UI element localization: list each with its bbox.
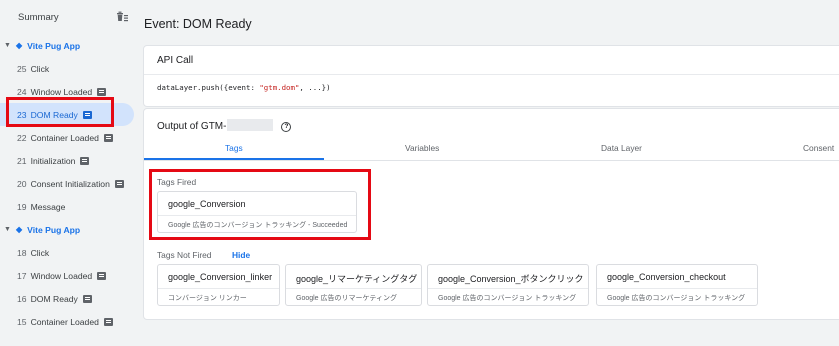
sidebar-header: Summary <box>0 0 135 34</box>
group-vite-pug-app[interactable]: ▼ ◆ Vite Pug App <box>0 34 135 57</box>
caret-down-icon: ▼ <box>4 226 11 233</box>
tab-variables[interactable]: Variables <box>405 143 439 153</box>
caret-down-icon: ▼ <box>4 42 11 49</box>
page-diamond-icon: ◆ <box>16 41 23 50</box>
highlight-annotation <box>149 169 371 240</box>
divider <box>144 74 839 75</box>
event-item-click[interactable]: 18 Click <box>0 241 135 264</box>
event-item-message[interactable]: 19 Message <box>0 195 135 218</box>
tag-badge-icon <box>80 156 90 165</box>
tag-badge-icon <box>82 294 92 303</box>
tab-consent[interactable]: Consent <box>803 143 834 153</box>
divider <box>286 288 421 289</box>
page-title: Event: DOM Ready <box>144 17 252 31</box>
redacted-container-id <box>227 119 274 131</box>
tab-data-layer[interactable]: Data Layer <box>601 143 642 153</box>
divider <box>428 288 588 289</box>
help-icon[interactable]: ? <box>281 122 292 132</box>
output-tabs: Tags Variables Data Layer Consent <box>144 139 839 161</box>
tag-description: Google 広告のリマーケティング <box>296 295 397 302</box>
active-tab-indicator <box>144 158 324 160</box>
divider <box>158 288 279 289</box>
clear-messages-icon[interactable] <box>115 10 129 24</box>
highlight-annotation <box>6 97 114 127</box>
tab-tags[interactable]: Tags <box>225 143 243 153</box>
tag-name: google_Conversion_ボタンクリック <box>438 274 584 284</box>
sidebar: Summary ▼ ◆ Vite Pug App 25 Click 24 Win… <box>0 0 135 346</box>
group-vite-pug-app[interactable]: ▼ ◆ Vite Pug App <box>0 218 135 241</box>
event-item-container-loaded[interactable]: 22 Container Loaded <box>0 126 135 149</box>
hide-link[interactable]: Hide <box>232 250 250 260</box>
tag-card-not-fired[interactable]: google_Conversion_linker コンバージョン リンカー <box>157 264 280 306</box>
tag-badge-icon <box>97 271 107 280</box>
output-title: Output of GTM-? <box>157 119 292 132</box>
event-item-consent-initialization[interactable]: 20 Consent Initialization <box>0 172 135 195</box>
tag-description: コンバージョン リンカー <box>168 295 247 302</box>
api-call-card: API Call dataLayer.push({event: "gtm.dom… <box>143 45 839 107</box>
tag-card-not-fired[interactable]: google_Conversion_checkout Google 広告のコンバ… <box>596 264 758 306</box>
tag-name: google_リマーケティングタグ <box>296 274 418 284</box>
tag-badge-icon <box>97 87 107 96</box>
event-item-click[interactable]: 25 Click <box>0 57 135 80</box>
tag-badge-icon <box>103 317 113 326</box>
tag-description: Google 広告のコンバージョン トラッキング <box>607 295 746 302</box>
event-item-dom-ready[interactable]: 16 DOM Ready <box>0 287 135 310</box>
tag-card-not-fired[interactable]: google_リマーケティングタグ Google 広告のリマーケティング <box>285 264 422 306</box>
page-diamond-icon: ◆ <box>16 225 23 234</box>
api-call-code: dataLayer.push({event: "gtm.dom", ...}) <box>157 83 331 92</box>
event-item-initialization[interactable]: 21 Initialization <box>0 149 135 172</box>
tag-description: Google 広告のコンバージョン トラッキング <box>438 295 577 302</box>
tag-card-not-fired[interactable]: google_Conversion_ボタンクリック Google 広告のコンバー… <box>427 264 589 306</box>
event-item-window-loaded[interactable]: 17 Window Loaded <box>0 264 135 287</box>
api-call-title: API Call <box>157 55 194 66</box>
event-item-container-loaded[interactable]: 15 Container Loaded <box>0 310 135 333</box>
tag-badge-icon <box>114 179 124 188</box>
tag-name: google_Conversion_linker <box>168 272 273 282</box>
tag-name: google_Conversion_checkout <box>607 272 726 282</box>
summary-link[interactable]: Summary <box>18 12 59 23</box>
tag-badge-icon <box>103 133 113 142</box>
tags-not-fired-label: Tags Not Fired <box>157 250 212 260</box>
divider <box>597 288 757 289</box>
